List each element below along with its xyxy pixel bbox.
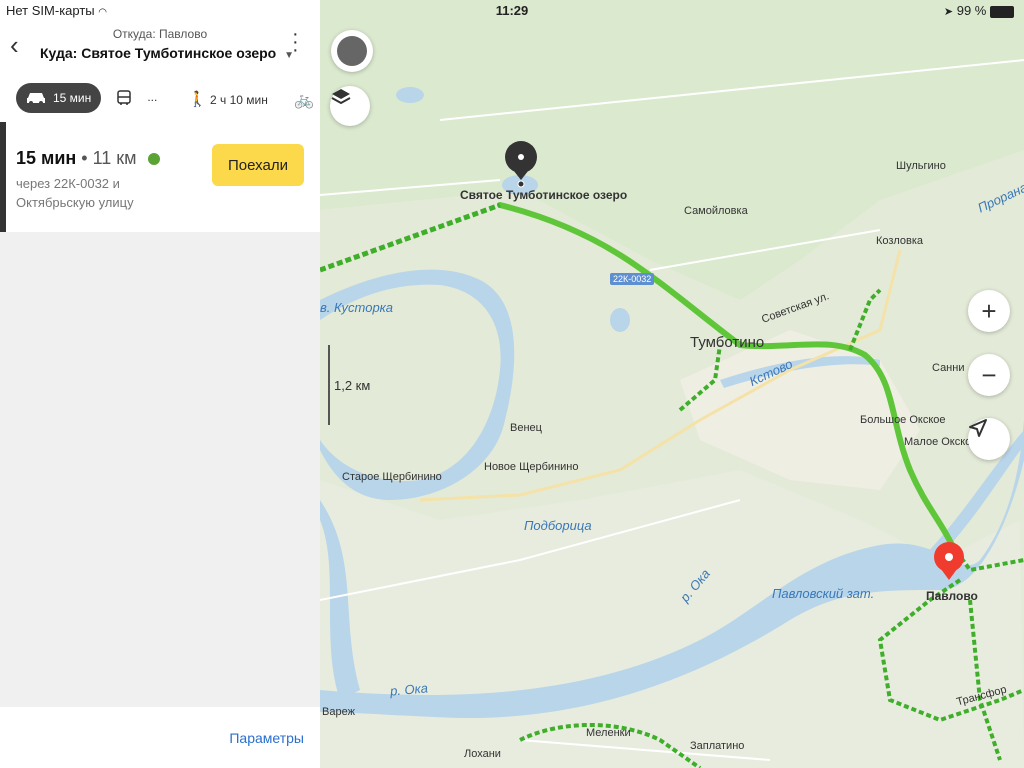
place-maloe-okskoe: Малое Окское — [904, 436, 978, 448]
place-varezh: Вареж — [322, 706, 355, 718]
origin-label[interactable]: Откуда: Павлово — [0, 27, 320, 41]
bike-icon: 🚲 — [294, 92, 314, 109]
minus-icon: − — [981, 359, 997, 390]
place-sannitsy: Санни — [932, 362, 965, 374]
location-services-icon: ➤ — [943, 6, 954, 18]
road-badge-22k: 22К-0032 — [610, 273, 655, 285]
panel-footer: Параметры — [0, 707, 320, 768]
place-destination-line1[interactable]: Святое Тумботинское озеро — [460, 188, 627, 202]
route-summary: 15 мин • 11 км — [16, 148, 160, 169]
parameters-link[interactable]: Параметры — [229, 730, 304, 746]
route-via-text: через 22К-0032 и Октябрьскую улицу — [16, 176, 134, 210]
map-view[interactable]: Святое Тумботинское озеро Шульгино Самой… — [320, 0, 1024, 768]
place-shulgino: Шульгино — [896, 160, 946, 172]
battery-icon — [990, 5, 1014, 18]
battery-percent: 99 % — [956, 3, 987, 18]
water-kustorka: в. Кусторка — [320, 300, 394, 315]
place-staroe-shcherbinino: Старое Щербинино — [342, 471, 442, 483]
water-podboritsa: Подборица — [524, 518, 592, 533]
bus-icon — [117, 90, 131, 105]
route-duration: 15 мин — [16, 148, 77, 168]
place-zaplatino: Заплатино — [690, 740, 745, 752]
place-kozlovka: Козловка — [876, 235, 923, 247]
destination-text: Куда: Святое Тумботинское озеро — [40, 45, 277, 61]
scale-bar — [328, 345, 330, 425]
go-button[interactable]: Поехали — [212, 144, 304, 186]
place-bolshoe-okskoe: Большое Окское — [860, 414, 946, 426]
place-novoe-shcherbinino: Новое Щербинино — [484, 461, 579, 473]
mode-bus-tab[interactable]: ... — [116, 90, 157, 106]
mode-bike-tab[interactable]: 🚲 — [294, 90, 314, 110]
water-pavlovsky-zaton: Павловский зат. — [772, 586, 875, 601]
destination-label[interactable]: Куда: Святое Тумботинское озеро ▼ — [40, 45, 294, 61]
avatar-icon — [337, 36, 367, 66]
location-arrow-icon — [969, 419, 987, 437]
mode-car-tab[interactable]: 15 мин — [16, 83, 101, 113]
route-option-card[interactable]: 15 мин • 11 км через 22К-0032 и Октябрьс… — [0, 122, 320, 232]
zoom-in-button[interactable]: + — [968, 290, 1010, 332]
my-location-button[interactable] — [968, 418, 1010, 460]
mode-walk-label: 2 ч 10 мин — [210, 93, 268, 107]
place-samoylovka: Самойловка — [684, 205, 748, 217]
place-lokhani: Лохани — [464, 748, 501, 760]
walk-icon: 🚶 — [188, 91, 207, 108]
mode-walk-tab[interactable]: 🚶 2 ч 10 мин — [188, 90, 268, 108]
layers-icon — [331, 89, 351, 105]
battery-area: ➤ 99 % — [944, 3, 1014, 18]
place-tumbotino: Тумботино — [690, 334, 765, 351]
mode-car-label: 15 мин — [53, 91, 92, 105]
mode-bus-label: ... — [147, 90, 158, 105]
traffic-status-icon — [147, 153, 160, 166]
status-time: 11:29 — [495, 3, 529, 18]
place-pavlovo: Павлово — [926, 589, 978, 603]
zoom-out-button[interactable]: − — [968, 354, 1010, 396]
layers-button[interactable] — [330, 86, 370, 126]
map-canvas — [320, 0, 1024, 768]
plus-icon: + — [981, 295, 997, 326]
car-icon — [27, 93, 45, 105]
more-menu-icon[interactable]: · · · — [292, 24, 299, 60]
place-venets: Венец — [510, 422, 542, 434]
scale-label: 1,2 км — [334, 378, 371, 393]
route-separator: • — [81, 148, 88, 168]
place-melenki: Меленки — [586, 727, 631, 739]
route-panel: ‹ Откуда: Павлово Куда: Святое Тумботинс… — [0, 0, 320, 768]
route-distance: 11 км — [92, 148, 137, 168]
user-avatar-button[interactable] — [331, 30, 373, 72]
status-bar: Нет SIM-карты ◠ 11:29 ➤ 99 % — [0, 0, 1024, 20]
